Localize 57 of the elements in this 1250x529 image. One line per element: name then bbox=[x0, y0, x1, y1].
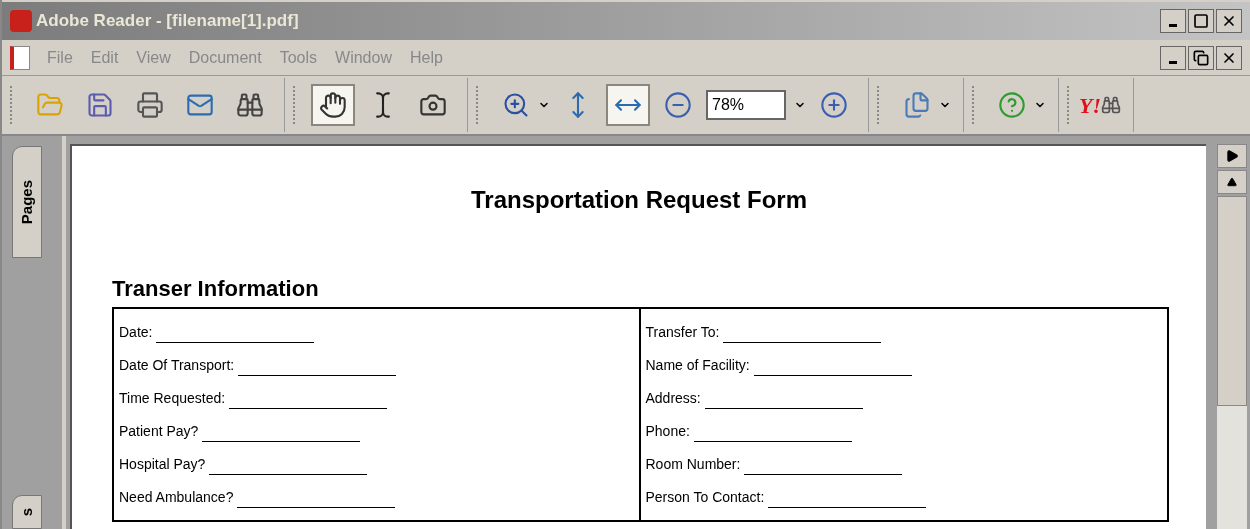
field-label: Address: bbox=[645, 389, 701, 408]
zoom-field[interactable]: 78% bbox=[706, 90, 786, 120]
menu-item[interactable]: Tools bbox=[279, 45, 318, 70]
document-control-button[interactable] bbox=[1188, 45, 1214, 70]
window-control-button[interactable] bbox=[1216, 9, 1242, 33]
window-title: Adobe Reader - [filename[1].pdf] bbox=[36, 10, 299, 33]
pdf-file-icon bbox=[10, 45, 30, 70]
field-label: Room Number: bbox=[645, 455, 741, 474]
restore-icon bbox=[1193, 49, 1209, 66]
field-label: Name of Facility: bbox=[645, 356, 750, 375]
field-label: Date: bbox=[119, 323, 153, 342]
minimize-icon bbox=[1169, 60, 1177, 64]
field-label: Time Requested: bbox=[119, 389, 226, 408]
app-logo-icon bbox=[10, 10, 32, 32]
save-icon bbox=[86, 91, 114, 119]
right-arrow-icon bbox=[1225, 149, 1239, 163]
side-tab[interactable]: Pages bbox=[12, 146, 42, 258]
document-control-button[interactable] bbox=[1160, 45, 1186, 70]
field-label: Person To Contact: bbox=[645, 488, 765, 507]
menu-item[interactable]: View bbox=[136, 45, 171, 70]
search-logo[interactable]: Y! bbox=[1079, 88, 1101, 122]
maximize-icon bbox=[1193, 13, 1209, 29]
up-arrow-icon bbox=[1227, 177, 1237, 187]
window-control-button[interactable] bbox=[1188, 9, 1214, 33]
hand-icon bbox=[319, 91, 347, 119]
help-icon bbox=[998, 91, 1026, 119]
panel-toggle-button[interactable] bbox=[1217, 144, 1247, 168]
menu-item[interactable]: Help bbox=[409, 45, 443, 70]
field-label: Need Ambulance? bbox=[119, 488, 234, 507]
zoom-in-icon bbox=[502, 91, 530, 119]
scrollbar-track[interactable] bbox=[1217, 196, 1247, 529]
menu-item[interactable]: File bbox=[47, 45, 73, 70]
window-control-button[interactable] bbox=[1160, 9, 1186, 33]
toolbar-button[interactable] bbox=[311, 84, 355, 126]
toolbar-button[interactable] bbox=[606, 84, 650, 126]
field-label: Phone: bbox=[645, 422, 690, 441]
scrollbar-thumb[interactable] bbox=[1217, 196, 1247, 406]
document-control-button[interactable] bbox=[1216, 45, 1242, 70]
field-label: Date Of Transport: bbox=[119, 356, 235, 375]
print-icon bbox=[136, 91, 164, 119]
field-label: Patient Pay? bbox=[119, 422, 199, 441]
menu-item[interactable]: Document bbox=[188, 45, 262, 70]
menu-item[interactable]: Edit bbox=[90, 45, 119, 70]
close-icon bbox=[1221, 13, 1237, 29]
zoom-out-icon bbox=[664, 91, 692, 119]
side-tab[interactable]: s bbox=[12, 495, 42, 529]
section-heading: Transer Information bbox=[112, 275, 320, 303]
minimize-icon bbox=[1169, 24, 1177, 27]
field-label: Transfer To: bbox=[645, 323, 720, 342]
field-label: Hospital Pay? bbox=[119, 455, 206, 474]
binoculars-icon[interactable] bbox=[1101, 95, 1121, 115]
pages-icon bbox=[903, 91, 931, 119]
binoculars-icon bbox=[236, 91, 264, 119]
scroll-up-button[interactable] bbox=[1217, 170, 1247, 194]
zoom-in-icon bbox=[820, 91, 848, 119]
menu-item[interactable]: Window bbox=[335, 45, 392, 70]
document-title: Transportation Request Form bbox=[469, 185, 808, 215]
